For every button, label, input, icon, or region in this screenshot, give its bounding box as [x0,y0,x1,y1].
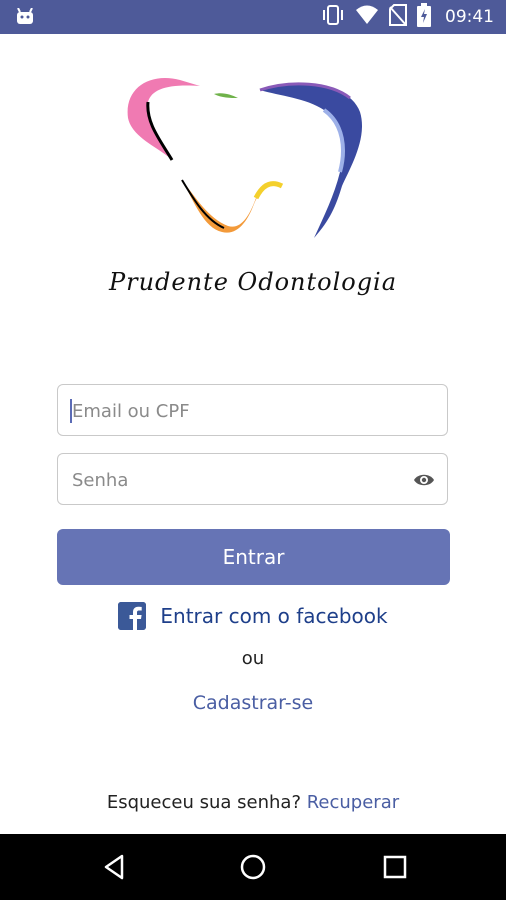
no-sim-icon [389,4,407,30]
facebook-login-button[interactable]: Entrar com o facebook [0,600,506,632]
password-input[interactable] [70,454,404,506]
tooth-logo [110,68,400,248]
recover-link[interactable]: Recuperar [307,792,399,813]
forgot-password-text: Esqueceu sua senha? [106,792,301,813]
wifi-icon [355,5,379,29]
android-icon [16,7,34,28]
home-icon[interactable] [238,852,268,882]
status-time: 09:41 [445,7,494,27]
password-field[interactable] [57,453,448,506]
or-separator: ou [241,648,265,669]
brand-name: Prudente Odontologia [108,268,398,296]
facebook-login-label[interactable]: Entrar com o facebook [160,604,387,628]
navigation-bar [0,834,506,900]
enter-button[interactable]: Entrar [57,529,450,585]
forgot-password-row: Esqueceu sua senha? Recuperar [0,792,506,813]
email-field[interactable] [57,384,448,437]
eye-icon[interactable] [413,471,435,489]
email-input[interactable] [70,385,404,437]
signup-link[interactable]: Cadastrar-se [0,692,506,714]
facebook-icon [118,602,147,630]
vibrate-icon [321,5,345,29]
back-icon[interactable] [100,852,130,882]
recents-icon[interactable] [380,852,410,882]
status-bar: 09:41 [0,0,506,34]
battery-icon [417,3,431,31]
